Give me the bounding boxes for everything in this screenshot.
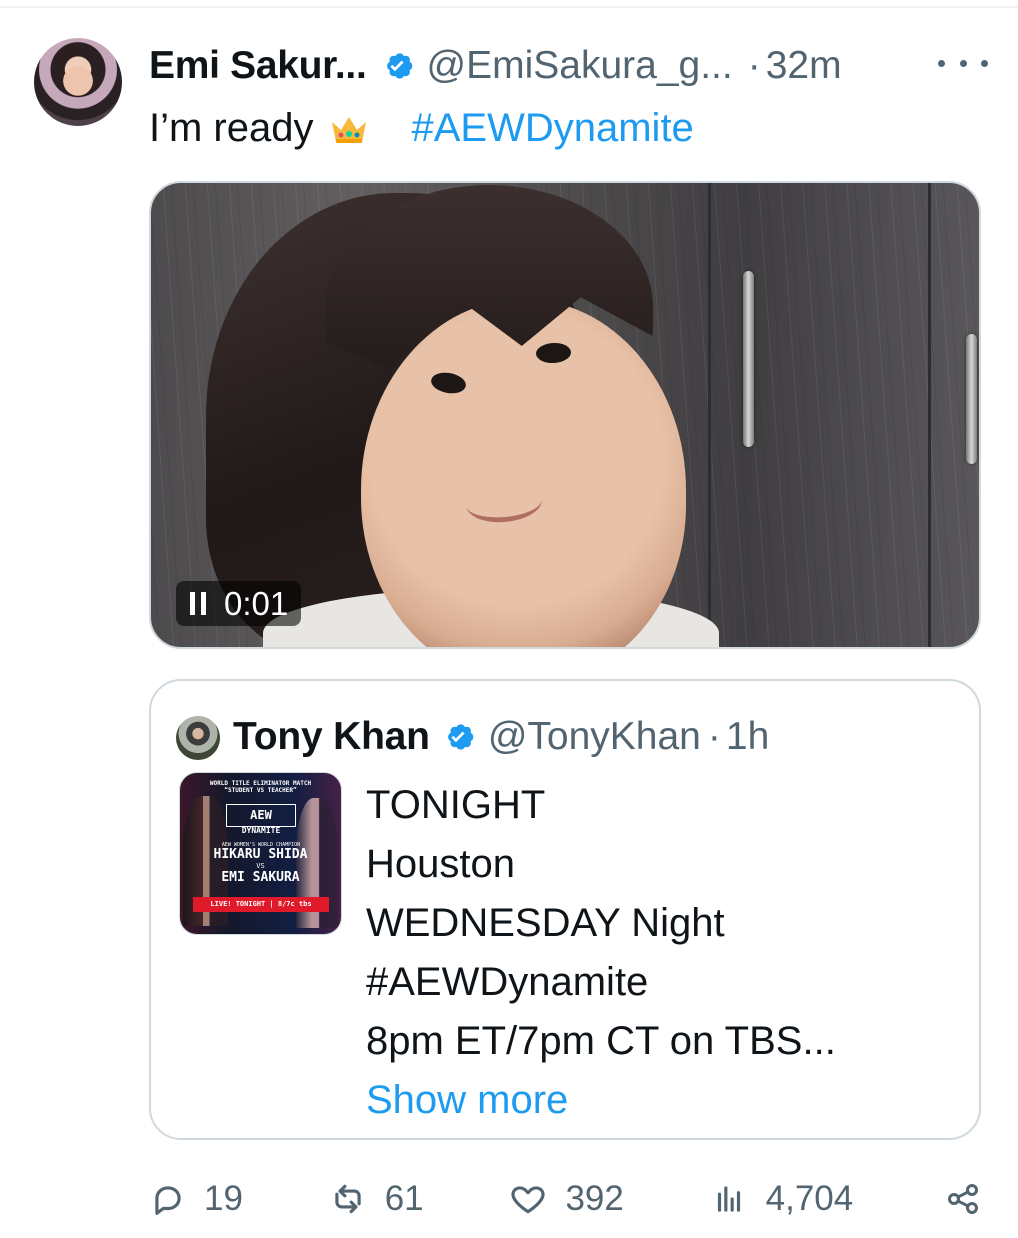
cabinet-handle	[743, 271, 754, 447]
post-time[interactable]: 32m	[766, 44, 842, 88]
author-name[interactable]: Emi Sakur...	[149, 44, 367, 88]
more-options-icon[interactable]	[938, 52, 988, 74]
repost-icon	[335, 1184, 361, 1214]
quoted-line: WEDNESDAY Night	[366, 901, 725, 945]
poster-logo: AEW	[226, 804, 296, 827]
tweet-actions: 19 61 392 4,704	[149, 1170, 981, 1228]
quoted-line: 8pm ET/7pm CT on TBS...	[366, 1019, 836, 1063]
video-timestamp: 0:01	[224, 584, 289, 622]
repost-button[interactable]: 61	[329, 1179, 424, 1219]
poster-vs: VS	[256, 862, 265, 870]
views-button[interactable]: 4,704	[710, 1179, 854, 1219]
crown-emoji-icon	[328, 111, 370, 145]
poster-wrestler-1: HIKARU SHIDA	[213, 847, 308, 862]
heart-icon	[511, 1186, 545, 1214]
cabinet-seam	[708, 183, 711, 647]
share-icon	[948, 1184, 978, 1214]
top-divider	[0, 6, 1018, 8]
pause-icon[interactable]	[190, 592, 206, 615]
like-count: 392	[565, 1179, 624, 1218]
reply-count: 19	[204, 1179, 243, 1218]
quoted-poster-image[interactable]: WORLD TITLE ELIMINATOR MATCH “STUDENT VS…	[179, 772, 342, 935]
quoted-time-separator: ·	[707, 715, 721, 758]
verified-badge-icon	[379, 48, 415, 84]
poster-bottom-text: LIVE! TONIGHT | 8/7c tbs	[193, 897, 329, 912]
quoted-line: TONIGHT	[366, 783, 546, 827]
quoted-post-time[interactable]: 1h	[726, 715, 769, 759]
time-separator: ·	[747, 44, 761, 87]
video-media[interactable]: 0:01	[149, 181, 981, 649]
analytics-icon	[717, 1186, 740, 1212]
quoted-author-name[interactable]: Tony Khan	[233, 715, 430, 759]
reply-icon	[155, 1186, 181, 1215]
video-playback-badge[interactable]: 0:01	[176, 581, 302, 626]
quoted-author-handle[interactable]: @TonyKhan	[488, 715, 701, 759]
tweet-text: I’m ready #AEWDynamite	[149, 100, 694, 156]
quoted-hashtag[interactable]: #AEWDynamite	[366, 953, 956, 1012]
view-count: 4,704	[765, 1179, 854, 1218]
video-person-face	[361, 299, 686, 647]
quoted-line: Houston	[366, 842, 515, 886]
hashtag-link[interactable]: #AEWDynamite	[412, 106, 694, 151]
repost-count: 61	[384, 1179, 424, 1218]
author-handle[interactable]: @EmiSakura_g...	[427, 44, 733, 88]
reply-button[interactable]: 19	[149, 1179, 243, 1219]
tweet-header: Emi Sakur... @EmiSakura_g... · 32m	[149, 40, 842, 92]
cabinet-handle	[966, 334, 977, 464]
cabinet-seam	[928, 183, 931, 647]
show-more-link[interactable]: Show more	[366, 1071, 956, 1130]
quoted-verified-badge-icon	[440, 719, 476, 755]
poster-title: WORLD TITLE ELIMINATOR MATCH “STUDENT VS…	[209, 780, 312, 794]
quoted-tweet-header: Tony Khan @TonyKhan · 1h	[233, 711, 769, 763]
like-button[interactable]: 392	[509, 1179, 624, 1219]
quoted-tweet-card[interactable]: Tony Khan @TonyKhan · 1h WORLD TITLE ELI…	[149, 679, 981, 1140]
quoted-tweet-text: TONIGHT Houston WEDNESDAY Night #AEWDyna…	[366, 776, 956, 1130]
quoted-author-avatar[interactable]	[176, 716, 220, 760]
share-button[interactable]	[939, 1181, 981, 1217]
poster-wrestler-2: EMI SAKURA	[221, 870, 300, 885]
poster-show: DYNAMITE	[241, 826, 281, 835]
author-avatar[interactable]	[34, 38, 122, 126]
tweet-body: I’m ready	[149, 105, 314, 150]
